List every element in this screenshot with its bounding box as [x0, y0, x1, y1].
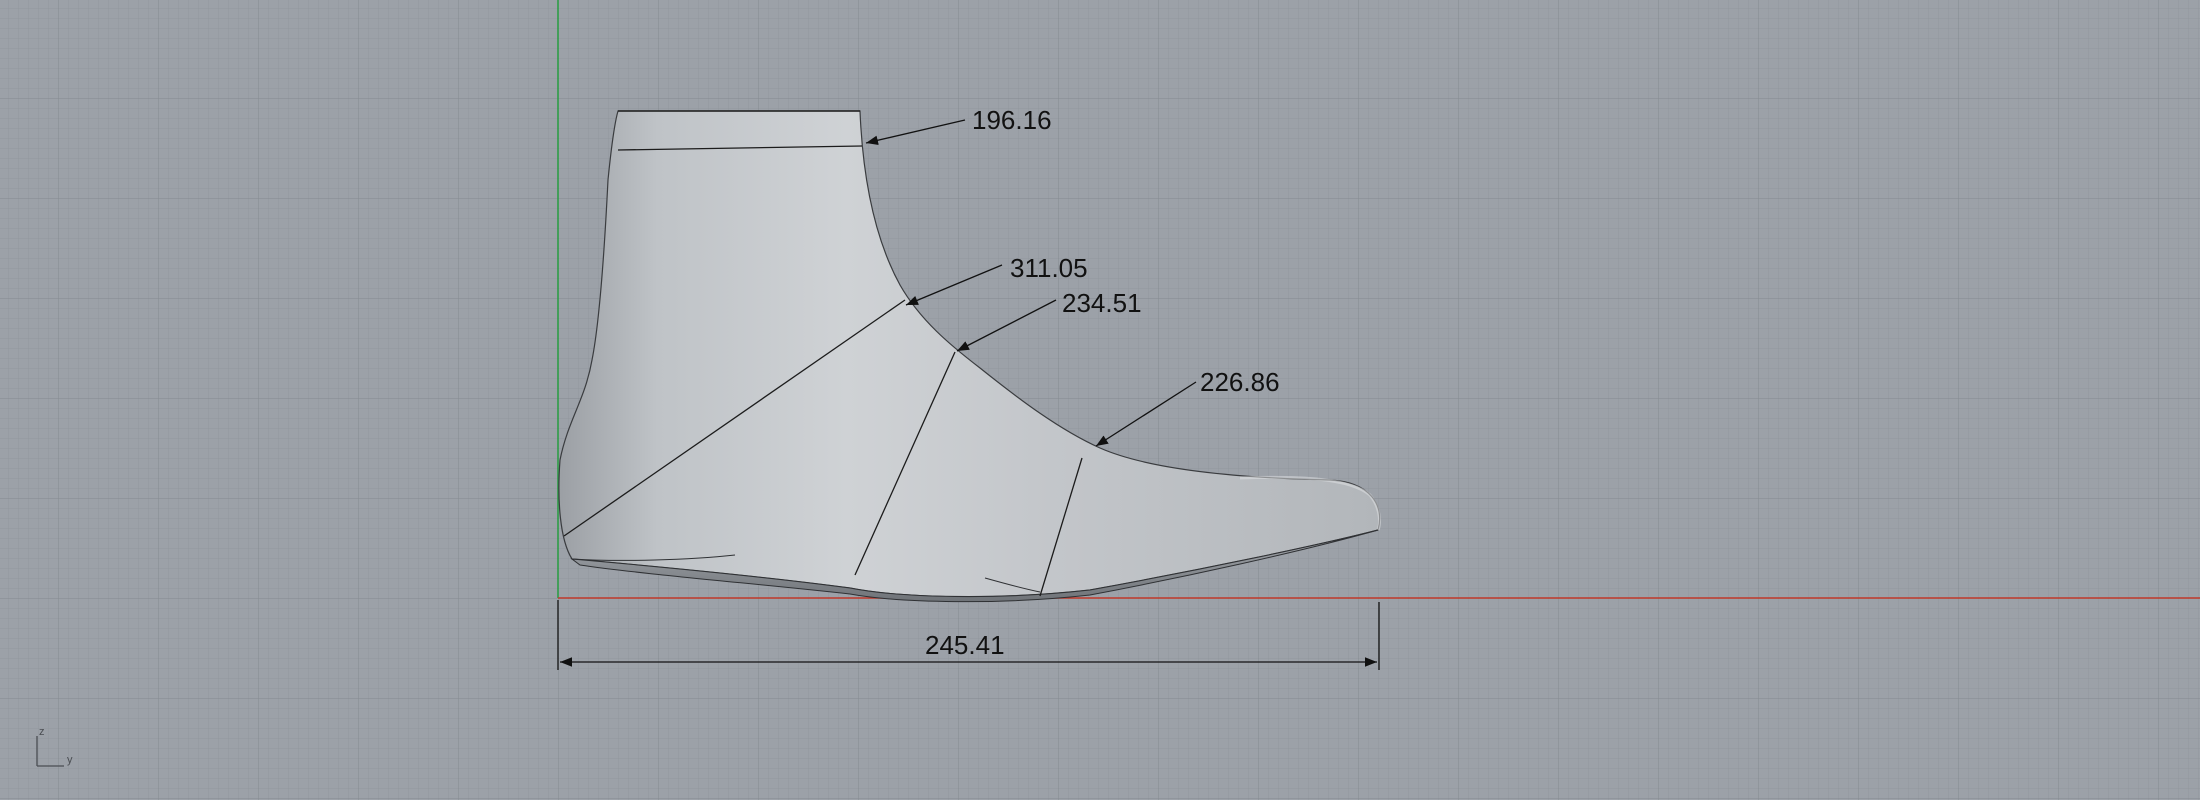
- top-girth-label: 196.16: [972, 105, 1052, 135]
- instep-girth-label: 311.05: [1010, 253, 1088, 283]
- waist-girth-label: 234.51: [1062, 288, 1142, 318]
- grid-background: [0, 0, 2200, 800]
- triad-vertical-label: z: [39, 726, 45, 738]
- overall-length-label: 245.41: [925, 630, 1005, 660]
- triad-horizontal-label: y: [67, 754, 73, 766]
- ball-girth-label: 226.86: [1200, 367, 1280, 397]
- viewport-canvas[interactable]: 196.16 311.05 234.51 226.86 245.41 z y: [0, 0, 2200, 800]
- modeling-viewport[interactable]: 196.16 311.05 234.51 226.86 245.41 z y: [0, 0, 2200, 800]
